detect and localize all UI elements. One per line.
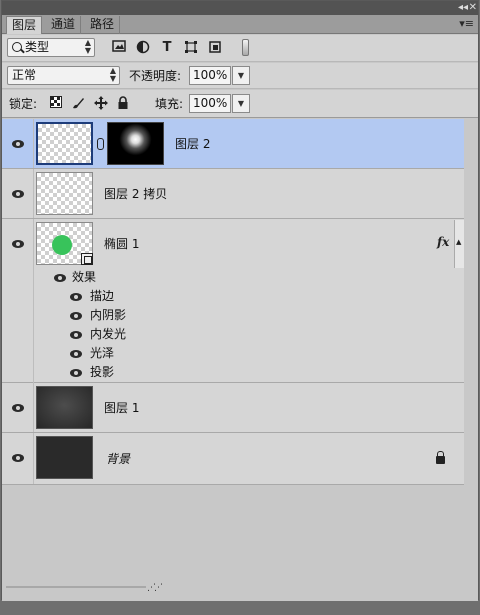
lock-toolbar: 锁定: 填充: 100% ▼ [2,90,478,118]
eye-icon[interactable] [70,331,82,339]
lock-image-pixels-icon[interactable] [70,96,86,112]
ellipse-shape-preview [52,235,72,255]
panel-menu-icon[interactable]: ▾≡ [459,17,474,30]
adjustment-filter-icon[interactable] [135,40,151,56]
chevron-updown-icon: ▲ ▼ [109,66,116,83]
eye-icon[interactable] [54,274,66,282]
layer-thumbnail[interactable] [36,122,93,165]
lock-position-icon[interactable] [93,96,109,112]
effect-item-inner-shadow[interactable]: 内阴影 [2,306,464,325]
filter-toolbar: 类型 ▲ ▼ T [2,35,478,62]
panel-empty-area [2,485,478,601]
mask-link-icon[interactable] [97,138,104,150]
effect-label: 内阴影 [90,308,127,322]
layer-name[interactable]: 图层 2 拷贝 [104,186,167,202]
layer-mask-thumbnail[interactable] [107,122,164,165]
filter-toggle-switch[interactable] [242,39,249,56]
layer-row-layer-1[interactable]: 图层 1 [2,383,464,433]
resize-grip-icon[interactable]: ⋰⋰ [147,583,163,593]
blend-mode-select[interactable]: 正常 ▲ ▼ [7,66,120,85]
visibility-column [2,169,34,218]
tab-paths[interactable]: 路径 [85,16,121,34]
eye-icon[interactable] [70,312,82,320]
layer-thumbnail[interactable] [36,172,93,215]
close-icon[interactable]: ✕ [469,1,477,14]
layer-name[interactable]: 背景 [106,451,130,467]
tab-channels[interactable]: 通道 [46,16,82,34]
opacity-label: 不透明度: [129,69,182,83]
lock-transparent-pixels-icon[interactable] [48,96,64,112]
layer-row-layer-2[interactable]: 图层 2 [2,119,464,169]
fill-dropdown-button[interactable]: ▼ [232,94,250,113]
panel-tabbar: 图层 通道 路径 ▾≡ [2,15,478,34]
layer-thumbnail[interactable] [36,386,93,429]
panel-titlebar: ◂◂ ✕ [2,1,478,15]
layer-thumbnail[interactable] [36,436,93,479]
lock-label: 锁定: [9,97,38,111]
effect-label: 内发光 [90,327,127,341]
fill-label: 填充: [155,97,184,111]
layers-panel: ◂◂ ✕ 图层 通道 路径 ▾≡ 类型 ▲ ▼ T 正常 ▲ ▼ 不透明度: 1… [1,0,479,601]
type-filter-icon[interactable]: T [159,40,175,56]
effect-label: 光泽 [90,346,115,360]
fx-icon[interactable]: fx [437,235,449,249]
layers-list: 图层 2 图层 2 拷贝 椭圆 1 fx 效果 描边 内阴影 内发光 光泽 投影… [2,119,464,485]
search-icon [12,42,22,52]
collapse-icon[interactable]: ◂◂ [458,1,468,14]
blend-mode-value: 正常 [12,68,37,82]
lock-all-icon[interactable] [115,96,131,112]
effects-label: 效果 [72,270,97,284]
effect-item-satin[interactable]: 光泽 [2,344,464,363]
opacity-field[interactable]: 100% [189,66,231,85]
visibility-column [2,433,34,484]
opacity-dropdown-button[interactable]: ▼ [232,66,250,85]
shape-layer-icon [81,253,93,265]
visibility-column [2,383,34,432]
eye-icon[interactable] [70,369,82,377]
layer-row-ellipse-1[interactable]: 椭圆 1 fx 效果 描边 内阴影 内发光 光泽 投影 [2,219,464,383]
smart-object-filter-icon[interactable] [207,40,223,56]
eye-icon[interactable] [70,293,82,301]
eye-icon[interactable] [70,350,82,358]
layer-name[interactable]: 图层 1 [104,400,139,416]
layer-name[interactable]: 图层 2 [175,136,210,152]
filter-kind-label: 类型 [25,40,50,54]
effect-label: 描边 [90,289,115,303]
layer-row-background[interactable]: 背景 [2,433,464,485]
layers-scrollbar[interactable]: ▲ [454,220,464,268]
shape-filter-icon[interactable] [183,40,199,56]
eye-icon[interactable] [12,140,24,148]
chevron-updown-icon: ▲ ▼ [84,38,91,55]
layer-row-layer-2-copy[interactable]: 图层 2 拷贝 [2,169,464,219]
app-frame: ◂◂ ✕ 图层 通道 路径 ▾≡ 类型 ▲ ▼ T 正常 ▲ ▼ 不透明度: 1… [0,0,480,615]
eye-icon[interactable] [12,404,24,412]
image-filter-icon[interactable] [111,40,127,56]
effect-label: 投影 [90,365,115,379]
tab-layers[interactable]: 图层 [6,16,43,34]
layer-name[interactable]: 椭圆 1 [104,236,139,252]
filter-kind-select[interactable]: 类型 ▲ ▼ [7,38,95,57]
blend-toolbar: 正常 ▲ ▼ 不透明度: 100% ▼ [2,63,478,89]
eye-icon[interactable] [12,454,24,462]
fill-field[interactable]: 100% [189,94,231,113]
effect-item-inner-glow[interactable]: 内发光 [2,325,464,344]
panel-resize-strip: ⋰⋰ [2,583,163,599]
effects-header[interactable]: 效果 [2,268,464,287]
lock-icon [436,451,445,464]
visibility-column [2,119,34,168]
horizontal-scrollbar[interactable] [6,586,146,588]
effect-item-stroke[interactable]: 描边 [2,287,464,306]
effect-item-drop-shadow[interactable]: 投影 [2,363,464,382]
scroll-up-icon[interactable]: ▲ [456,238,461,246]
eye-icon[interactable] [12,240,24,248]
eye-icon[interactable] [12,190,24,198]
